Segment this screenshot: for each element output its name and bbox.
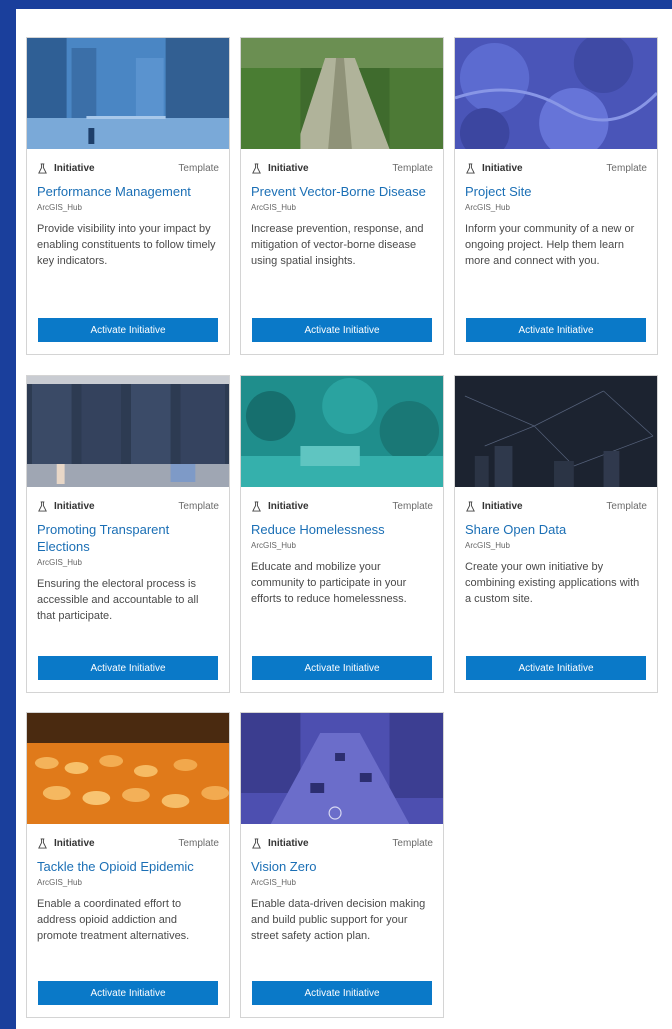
card-type-label: Initiative xyxy=(268,162,309,174)
card-type-label: Initiative xyxy=(482,500,523,512)
activate-initiative-button[interactable]: Activate Initiative xyxy=(252,656,432,680)
card-type-label: Initiative xyxy=(54,500,95,512)
card-description: Ensuring the electoral process is access… xyxy=(37,578,199,622)
initiative-card: Initiative Template Prevent Vector-Borne… xyxy=(240,37,444,355)
card-title[interactable]: Prevent Vector-Borne Disease xyxy=(241,175,443,200)
flask-icon xyxy=(466,162,475,174)
template-badge: Template xyxy=(606,500,647,512)
card-type-label: Initiative xyxy=(482,162,523,174)
card-thumbnail[interactable] xyxy=(27,38,229,149)
activate-initiative-button[interactable]: Activate Initiative xyxy=(466,656,646,680)
card-description: Provide visibility into your impact by e… xyxy=(37,223,216,267)
card-type: Initiative xyxy=(37,501,95,512)
card-description: Increase prevention, response, and mitig… xyxy=(251,223,424,267)
card-thumbnail[interactable] xyxy=(455,38,657,149)
activate-initiative-button[interactable]: Activate Initiative xyxy=(38,656,218,680)
card-owner[interactable]: ArcGIS_Hub xyxy=(455,538,657,550)
card-type: Initiative xyxy=(37,838,95,849)
card-title[interactable]: Share Open Data xyxy=(455,513,657,538)
flask-icon xyxy=(252,837,261,849)
activate-initiative-button[interactable]: Activate Initiative xyxy=(466,318,646,342)
card-thumbnail[interactable] xyxy=(27,376,229,487)
flask-icon xyxy=(38,162,47,174)
card-title[interactable]: Vision Zero xyxy=(241,850,443,875)
activate-initiative-button[interactable]: Activate Initiative xyxy=(38,318,218,342)
initiative-card: Initiative Template Reduce Homelessness … xyxy=(240,375,444,693)
template-badge: Template xyxy=(392,837,433,849)
template-badge: Template xyxy=(392,162,433,174)
initiative-card: Initiative Template Tackle the Opioid Ep… xyxy=(26,712,230,1018)
initiative-card: Initiative Template Promoting Transparen… xyxy=(26,375,230,693)
flask-icon xyxy=(38,500,47,512)
card-title[interactable]: Reduce Homelessness xyxy=(241,513,443,538)
card-type: Initiative xyxy=(251,838,309,849)
card-owner[interactable]: ArcGIS_Hub xyxy=(27,875,229,887)
card-owner[interactable]: ArcGIS_Hub xyxy=(241,200,443,212)
card-type: Initiative xyxy=(465,501,523,512)
initiative-card: Initiative Template Project Site ArcGIS_… xyxy=(454,37,658,355)
initiative-card: Initiative Template Vision Zero ArcGIS_H… xyxy=(240,712,444,1018)
initiative-card: Initiative Template Share Open Data ArcG… xyxy=(454,375,658,693)
activate-initiative-button[interactable]: Activate Initiative xyxy=(252,318,432,342)
template-badge: Template xyxy=(392,500,433,512)
flask-icon xyxy=(466,500,475,512)
card-type-label: Initiative xyxy=(268,837,309,849)
card-owner[interactable]: ArcGIS_Hub xyxy=(241,875,443,887)
card-title[interactable]: Promoting Transparent Elections xyxy=(27,513,229,555)
card-type: Initiative xyxy=(37,163,95,174)
flask-icon xyxy=(38,837,47,849)
card-description: Enable a coordinated effort to address o… xyxy=(37,898,190,942)
template-badge: Template xyxy=(178,162,219,174)
card-thumbnail[interactable] xyxy=(241,38,443,149)
template-badge: Template xyxy=(606,162,647,174)
card-thumbnail[interactable] xyxy=(241,713,443,824)
card-description: Inform your community of a new or ongoin… xyxy=(465,223,635,267)
card-thumbnail[interactable] xyxy=(27,713,229,824)
card-title[interactable]: Tackle the Opioid Epidemic xyxy=(27,850,229,875)
card-thumbnail[interactable] xyxy=(241,376,443,487)
card-owner[interactable]: ArcGIS_Hub xyxy=(27,555,229,567)
card-title[interactable]: Performance Management xyxy=(27,175,229,200)
template-badge: Template xyxy=(178,500,219,512)
card-type-label: Initiative xyxy=(54,162,95,174)
flask-icon xyxy=(252,500,261,512)
card-type: Initiative xyxy=(465,163,523,174)
template-badge: Template xyxy=(178,837,219,849)
card-type: Initiative xyxy=(251,163,309,174)
card-description: Enable data-driven decision making and b… xyxy=(251,898,426,942)
card-title[interactable]: Project Site xyxy=(455,175,657,200)
card-type: Initiative xyxy=(251,501,309,512)
flask-icon xyxy=(252,162,261,174)
card-owner[interactable]: ArcGIS_Hub xyxy=(27,200,229,212)
card-type-label: Initiative xyxy=(54,837,95,849)
card-type-label: Initiative xyxy=(268,500,309,512)
gallery-panel: Initiative Template Performance Manageme… xyxy=(16,9,672,1029)
card-description: Educate and mobilize your community to p… xyxy=(251,561,407,605)
card-owner[interactable]: ArcGIS_Hub xyxy=(241,538,443,550)
card-thumbnail[interactable] xyxy=(455,376,657,487)
activate-initiative-button[interactable]: Activate Initiative xyxy=(252,981,432,1005)
card-description: Create your own initiative by combining … xyxy=(465,561,640,605)
card-owner[interactable]: ArcGIS_Hub xyxy=(455,200,657,212)
initiative-card: Initiative Template Performance Manageme… xyxy=(26,37,230,355)
activate-initiative-button[interactable]: Activate Initiative xyxy=(38,981,218,1005)
